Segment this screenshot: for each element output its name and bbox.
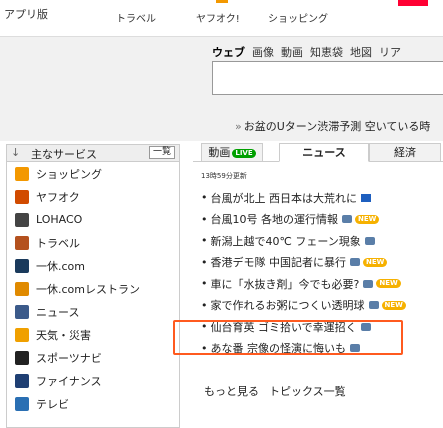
sidebar-item-label: LOHACO (36, 213, 83, 226)
news-more-links: もっと見る トピックス一覧 (204, 383, 356, 399)
hot-topic-text: お盆のUターン渋滞予測 空いている時 (243, 120, 431, 133)
tab-video[interactable]: 動画 LIVE (201, 143, 263, 162)
top-navigation: アプリ版 トラベル ヤフオク! ショッピング (0, 0, 443, 32)
sidebar-item-label: 一休.comレストラン (36, 282, 140, 296)
more-link[interactable]: もっと見る (204, 385, 259, 398)
service-icon (15, 373, 29, 388)
service-icon (15, 212, 29, 227)
bullet: • (201, 234, 208, 248)
travel-link[interactable]: トラベル (116, 10, 156, 25)
sidebar-title: 主なサービス (31, 148, 97, 161)
bullet: • (201, 298, 208, 312)
bullet: • (201, 191, 208, 205)
news-item[interactable]: • 新潟上越で40℃ フェーン現象 (201, 230, 443, 252)
highlight-box (173, 320, 403, 355)
search-input[interactable] (212, 61, 443, 95)
search-tab-map[interactable]: 地図 (350, 46, 372, 59)
updated-time: 13時59分更新 (201, 172, 247, 180)
bullet: • (201, 255, 208, 269)
sidebar-item-label: ショッピング (36, 167, 102, 181)
tab-economy[interactable]: 経済 (369, 143, 441, 162)
live-badge: LIVE (232, 148, 256, 158)
camera-icon (342, 215, 352, 224)
sidebar-header: ↓ 主なサービス 一覧 (7, 145, 179, 162)
sidebar-item[interactable]: 一休.comレストラン (7, 277, 179, 300)
sidebar-item-label: ファイナンス (36, 374, 102, 388)
service-icon (15, 189, 29, 204)
search-tab-chiebukuro[interactable]: 知恵袋 (310, 46, 343, 59)
news-item[interactable]: • 台風10号 各地の運行情報 NEW (201, 209, 443, 231)
sidebar-item[interactable]: ヤフオク (7, 185, 179, 208)
services-sidebar: ↓ 主なサービス 一覧 ショッピング ヤフオク LOHACO トラベル一休.com 一休… (6, 144, 180, 428)
news-headline: 車に「水抜き剤」今でも必要? (210, 277, 360, 291)
sidebar-item[interactable]: テレビ (7, 392, 179, 415)
sidebar-item-label: ヤフオク (36, 190, 80, 204)
search-tab-video[interactable]: 動画 (281, 46, 303, 59)
sidebar-item[interactable]: トラベル (7, 231, 179, 254)
sidebar-item-label: 天気・災害 (36, 328, 91, 342)
shopping-link[interactable]: ショッピング (268, 10, 328, 25)
search-tab-realtime[interactable]: リア (379, 46, 401, 59)
news-headline: 家で作れるお粥につくい透明球 (210, 299, 365, 313)
service-icon (15, 281, 29, 296)
new-badge: NEW (363, 257, 388, 267)
sidebar-item[interactable]: ショッピング (7, 162, 179, 185)
news-tabs: 動画 LIVE ニュース 経済 (193, 141, 443, 162)
news-panel: 動画 LIVE ニュース 経済 13時59分更新 • 台風が北上 西日本は大荒れに •… (193, 141, 443, 426)
bullet: • (201, 277, 208, 291)
search-tab-images[interactable]: 画像 (252, 46, 274, 59)
news-headline: 香港デモ隊 中国記者に暴行 (210, 256, 347, 270)
new-badge: NEW (355, 214, 380, 224)
service-icon (15, 258, 29, 273)
sidebar-item-label: スポーツナビ (36, 351, 102, 365)
app-link[interactable]: アプリ版 (4, 6, 48, 22)
tab-news-label: ニュース (302, 146, 346, 159)
auction-link[interactable]: ヤフオク! (196, 10, 240, 25)
sidebar-item[interactable]: 天気・災害 (7, 323, 179, 346)
bullet: • (201, 212, 208, 226)
camera-icon (368, 301, 379, 310)
arrow-down-icon[interactable]: ↓ (11, 146, 20, 159)
brand-accent-bar (216, 0, 228, 3)
news-headline: 台風が北上 西日本は大荒れに (210, 191, 358, 205)
sidebar-item[interactable]: ファイナンス (7, 369, 179, 392)
video-icon (361, 193, 371, 202)
tab-economy-label: 経済 (394, 146, 416, 159)
service-icon (15, 235, 29, 250)
sidebar-item[interactable]: ニュース (7, 300, 179, 323)
sidebar-item[interactable]: 一休.com (7, 254, 179, 277)
service-icon (15, 350, 29, 365)
sidebar-item[interactable]: LOHACO (7, 208, 179, 231)
tab-video-label: 動画 (208, 146, 231, 159)
yahoo-logo[interactable] (398, 0, 428, 6)
chevron-right-icon: » (235, 120, 242, 133)
news-item[interactable]: • 香港デモ隊 中国記者に暴行 NEW (201, 252, 443, 274)
topics-list-link[interactable]: トピックス一覧 (269, 385, 346, 398)
news-item[interactable]: • 車に「水抜き剤」今でも必要? NEW (201, 273, 443, 295)
camera-icon (363, 279, 374, 288)
hot-topic-line[interactable]: » お盆のUターン渋滞予測 空いている時 (235, 118, 430, 134)
sidebar-item[interactable]: スポーツナビ (7, 346, 179, 369)
sidebar-item-label: ニュース (36, 305, 80, 319)
sidebar-item-label: トラベル (36, 236, 80, 250)
news-item[interactable]: • 家で作れるお粥につくい透明球 NEW (201, 295, 443, 317)
sidebar-item-label: 一休.com (36, 259, 85, 273)
search-tab-web[interactable]: ウェブ (212, 46, 245, 59)
service-icon (15, 304, 29, 319)
service-icon (15, 327, 29, 342)
news-headline: 新潟上越で40℃ フェーン現象 (210, 234, 361, 248)
camera-icon (364, 236, 375, 245)
search-tabs: ウェブ 画像 動画 知恵袋 地図 リア (212, 44, 408, 60)
new-badge: NEW (376, 279, 401, 289)
news-item[interactable]: • 台風が北上 西日本は大荒れに (201, 187, 443, 209)
sidebar-item-label: テレビ (36, 397, 69, 411)
camera-icon (350, 258, 360, 267)
news-headline: 台風10号 各地の運行情報 (210, 213, 339, 227)
service-icon (15, 396, 29, 411)
service-icon (15, 166, 29, 181)
service-list-button[interactable]: 一覧 (148, 146, 175, 159)
new-badge: NEW (381, 300, 406, 310)
tab-news[interactable]: ニュース (279, 143, 369, 162)
